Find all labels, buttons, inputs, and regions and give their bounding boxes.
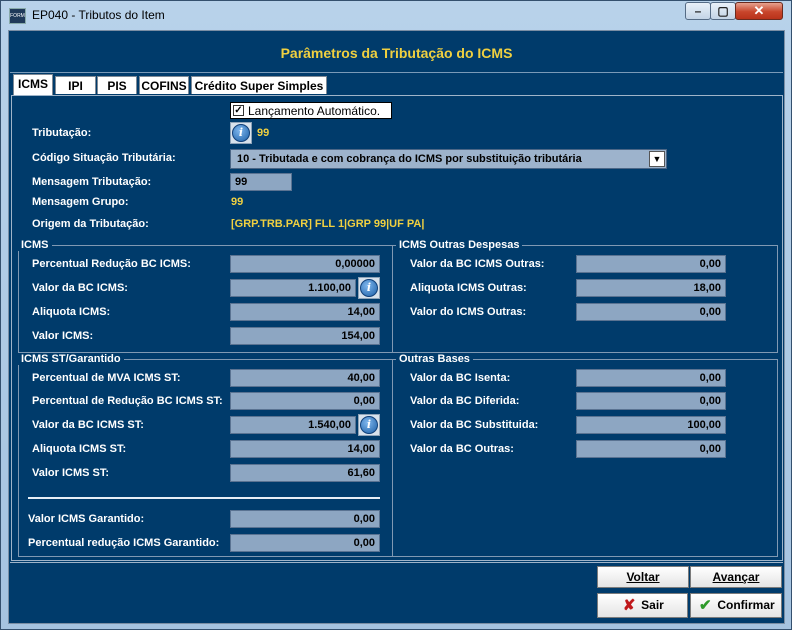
outras-bases-row-label: Valor da BC Isenta: — [410, 372, 511, 384]
cst-label: Código Situação Tributária: — [32, 152, 176, 164]
outras-bases-row-label: Valor da BC Substituida: — [410, 419, 539, 431]
main-window: FORM EP040 - Tributos do Item – ▢ ✕ Parâ… — [0, 0, 792, 630]
st-row-label: Percentual de MVA ICMS ST: — [32, 372, 181, 384]
msg-tributacao-field[interactable]: 99 — [230, 173, 292, 191]
msg-grupo-value: 99 — [231, 196, 244, 208]
checkmark-icon: ✔ — [699, 596, 712, 614]
title-bar[interactable]: FORM EP040 - Tributos do Item – ▢ ✕ — [1, 1, 791, 29]
app-icon: FORM — [9, 8, 26, 24]
valor-bc-isenta-field[interactable]: 0,00 — [576, 369, 726, 387]
aliquota-icms-st-field[interactable]: 14,00 — [230, 440, 380, 458]
cst-selected-value: 10 - Tributada e com cobrança do ICMS po… — [237, 153, 582, 165]
minimize-icon: – — [694, 4, 702, 18]
info-icon: i — [360, 279, 378, 297]
window-title: EP040 - Tributos do Item — [32, 8, 165, 22]
confirmar-button[interactable]: ✔ Confirmar — [690, 593, 782, 618]
sair-button[interactable]: ✘ Sair — [597, 593, 688, 618]
navigation-bar: Voltar Avançar — [10, 562, 783, 590]
garantido-row-label: Percentual redução ICMS Garantido: — [28, 537, 220, 549]
tab-cofins[interactable]: COFINS — [139, 76, 189, 94]
msg-tributacao-label: Mensagem Tributação: — [32, 176, 152, 188]
perc-mva-icms-st-field[interactable]: 40,00 — [230, 369, 380, 387]
garantido-row-label: Valor ICMS Garantido: — [28, 513, 145, 525]
perc-reducao-bc-icms-st-field[interactable]: 0,00 — [230, 392, 380, 410]
outras-despesas-row-label: Valor do ICMS Outras: — [410, 306, 527, 318]
outras-bases-row-label: Valor da BC Diferida: — [410, 395, 520, 407]
st-row-label: Valor da BC ICMS ST: — [32, 419, 144, 431]
valor-icms-garantido-field[interactable]: 0,00 — [230, 510, 380, 528]
checkbox-box[interactable]: ✓ — [233, 105, 244, 116]
tributacao-info-button[interactable]: i — [230, 122, 252, 144]
valor-bc-icms-st-field[interactable]: 1.540,00 — [230, 416, 356, 434]
close-icon: ✕ — [753, 3, 765, 18]
avancar-label: Avançar — [712, 570, 760, 584]
maximize-icon: ▢ — [717, 4, 729, 18]
outras-despesas-row-label: Valor da BC ICMS Outras: — [410, 258, 545, 270]
outras-bases-group — [392, 359, 778, 557]
outras-despesas-row-label: Aliquota ICMS Outras: — [410, 282, 527, 294]
tributacao-label: Tributação: — [32, 127, 92, 139]
client-area: Parâmetros da Tributação do ICMS ICMS IP… — [8, 30, 785, 624]
tab-pis[interactable]: PIS — [97, 76, 137, 94]
valor-bc-icms-info-button[interactable]: i — [358, 277, 380, 299]
valor-icms-st-field[interactable]: 61,60 — [230, 464, 380, 482]
minimize-button[interactable]: – — [685, 2, 711, 20]
confirmar-label: Confirmar — [717, 598, 775, 612]
sair-label: Sair — [641, 598, 664, 612]
valor-bc-icms-st-info-button[interactable]: i — [358, 414, 380, 436]
icms-st-group-title: ICMS ST/Garantido — [18, 353, 124, 365]
icms-row-label: Valor da BC ICMS: — [32, 282, 128, 294]
icms-row-label: Valor ICMS: — [32, 330, 94, 342]
tab-credito-super-simples[interactable]: Crédito Super Simples — [191, 76, 327, 94]
maximize-button[interactable]: ▢ — [710, 2, 736, 20]
st-row-label: Aliquota ICMS ST: — [32, 443, 127, 455]
aliquota-icms-outras-field[interactable]: 18,00 — [576, 279, 726, 297]
avancar-button[interactable]: Avançar — [690, 566, 782, 588]
info-icon: i — [232, 124, 250, 142]
tab-content-icms: ✓ Lançamento Automático. Tributação: i 9… — [11, 95, 783, 561]
valor-bc-outras-field[interactable]: 0,00 — [576, 440, 726, 458]
close-x-icon: ✘ — [622, 596, 636, 614]
msg-grupo-label: Mensagem Grupo: — [32, 196, 129, 208]
auto-launch-checkbox[interactable]: ✓ Lançamento Automático. — [230, 102, 392, 119]
icms-group-title: ICMS — [18, 239, 52, 251]
icms-row-label: Aliquota ICMS: — [32, 306, 111, 318]
voltar-button[interactable]: Voltar — [597, 566, 689, 588]
page-title: Parâmetros da Tributação do ICMS — [280, 45, 513, 61]
perc-reducao-bc-icms-field[interactable]: 0,00000 — [230, 255, 380, 273]
tributacao-value: 99 — [257, 127, 270, 139]
origem-label: Origem da Tributação: — [32, 218, 149, 230]
origem-value: [GRP.TRB.PAR] FLL 1|GRP 99|UF PA| — [231, 218, 425, 230]
st-row-label: Percentual de Redução BC ICMS ST: — [32, 395, 223, 407]
auto-launch-label: Lançamento Automático. — [248, 104, 381, 118]
valor-bc-diferida-field[interactable]: 0,00 — [576, 392, 726, 410]
valor-bc-icms-outras-field[interactable]: 0,00 — [576, 255, 726, 273]
outras-bases-title: Outras Bases — [396, 353, 473, 365]
cst-select[interactable]: 10 - Tributada e com cobrança do ICMS po… — [230, 149, 667, 169]
info-icon: i — [360, 416, 378, 434]
close-button[interactable]: ✕ — [735, 2, 783, 20]
icms-row-label: Percentual Redução BC ICMS: — [32, 258, 191, 270]
valor-icms-field[interactable]: 154,00 — [230, 327, 380, 345]
st-row-label: Valor ICMS ST: — [32, 467, 110, 479]
aliquota-icms-field[interactable]: 14,00 — [230, 303, 380, 321]
divider — [28, 497, 380, 499]
tab-ipi[interactable]: IPI — [55, 76, 96, 94]
icms-outras-despesas-title: ICMS Outras Despesas — [396, 239, 523, 251]
chevron-down-icon[interactable]: ▼ — [649, 151, 665, 167]
tab-icms[interactable]: ICMS — [13, 74, 53, 95]
header-panel: Parâmetros da Tributação do ICMS — [10, 32, 783, 73]
voltar-label: Voltar — [626, 570, 660, 584]
perc-reducao-icms-garantido-field[interactable]: 0,00 — [230, 534, 380, 552]
valor-icms-outras-field[interactable]: 0,00 — [576, 303, 726, 321]
valor-bc-substituida-field[interactable]: 100,00 — [576, 416, 726, 434]
outras-bases-row-label: Valor da BC Outras: — [410, 443, 514, 455]
valor-bc-icms-field[interactable]: 1.100,00 — [230, 279, 356, 297]
